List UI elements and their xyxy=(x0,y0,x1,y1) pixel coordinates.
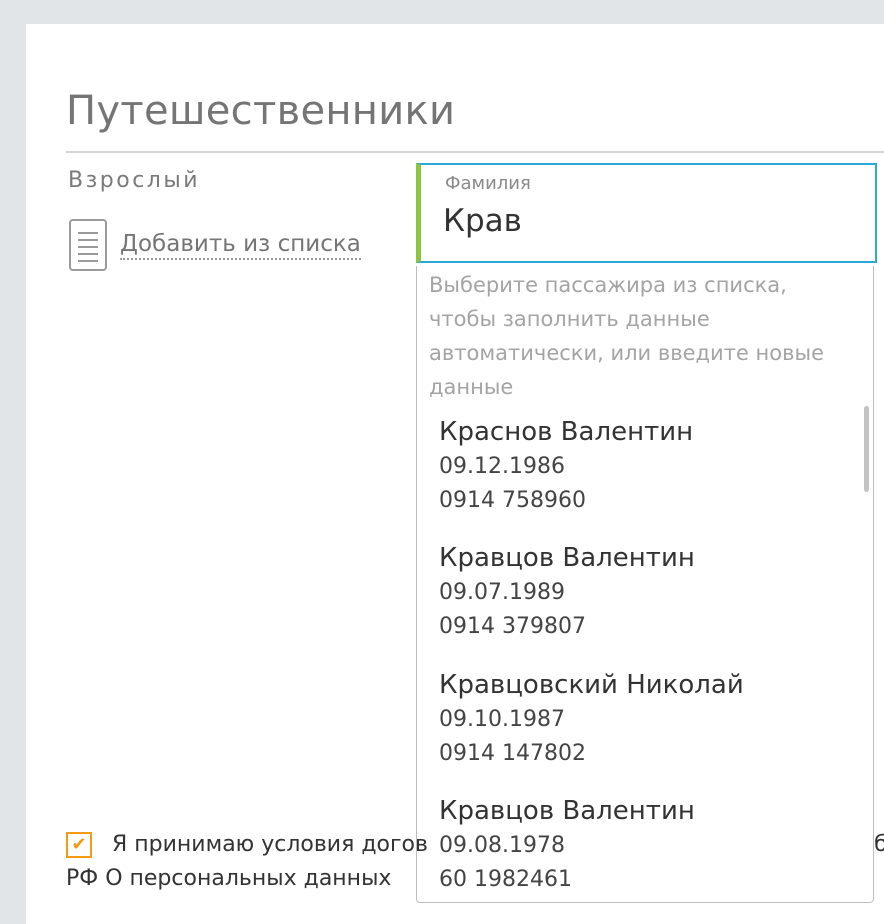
add-from-list-link[interactable]: Добавить из списка xyxy=(68,218,361,272)
passenger-option[interactable]: Кравцов Валентин 09.08.1978 60 1982461 xyxy=(439,793,839,897)
passenger-document: 60 1982461 xyxy=(439,867,572,892)
consent-checkbox[interactable]: ✔ xyxy=(66,832,92,858)
title-divider xyxy=(66,151,884,153)
add-from-list-label[interactable]: Добавить из списка xyxy=(120,231,361,260)
passenger-birth-date: 09.08.1978 xyxy=(439,833,565,858)
consent-text-overflow: б xyxy=(874,832,884,857)
document-list-icon xyxy=(68,218,108,272)
surname-field-label: Фамилия xyxy=(445,173,531,194)
traveler-type-label: Взрослый xyxy=(68,168,201,193)
passenger-birth-date: 09.07.1989 xyxy=(439,580,565,605)
passenger-option[interactable]: Кравцовский Николай 09.10.1987 0914 1478… xyxy=(439,667,839,771)
consent-text-line2: РФ О персональных данных xyxy=(66,866,392,891)
passenger-document: 0914 147802 xyxy=(439,741,586,766)
surname-input[interactable] xyxy=(443,203,843,239)
passenger-document: 0914 758960 xyxy=(439,488,586,513)
page-title: Путешественники xyxy=(66,88,456,134)
dropdown-scrollbar[interactable] xyxy=(864,406,869,492)
passenger-name: Краснов Валентин xyxy=(439,417,694,447)
passenger-birth-date: 09.10.1987 xyxy=(439,707,565,732)
consent-text-line1: Я принимаю условия догов xyxy=(112,832,428,857)
passenger-name: Кравцов Валентин xyxy=(439,796,695,826)
passenger-option[interactable]: Кравцов Валентин 09.07.1989 0914 379807 xyxy=(439,540,839,644)
passenger-birth-date: 09.12.1986 xyxy=(439,454,565,479)
dropdown-hint: Выберите пассажира из списка, чтобы запо… xyxy=(429,273,824,399)
passenger-dropdown[interactable]: Выберите пассажира из списка, чтобы запо… xyxy=(416,266,874,903)
passenger-document: 0914 379807 xyxy=(439,614,586,639)
checkmark-icon: ✔ xyxy=(71,834,87,855)
surname-field[interactable]: Фамилия xyxy=(416,163,877,263)
passenger-name: Кравцов Валентин xyxy=(439,543,695,573)
passenger-name: Кравцовский Николай xyxy=(439,670,744,700)
passenger-option[interactable]: Краснов Валентин 09.12.1986 0914 758960 xyxy=(439,414,839,518)
